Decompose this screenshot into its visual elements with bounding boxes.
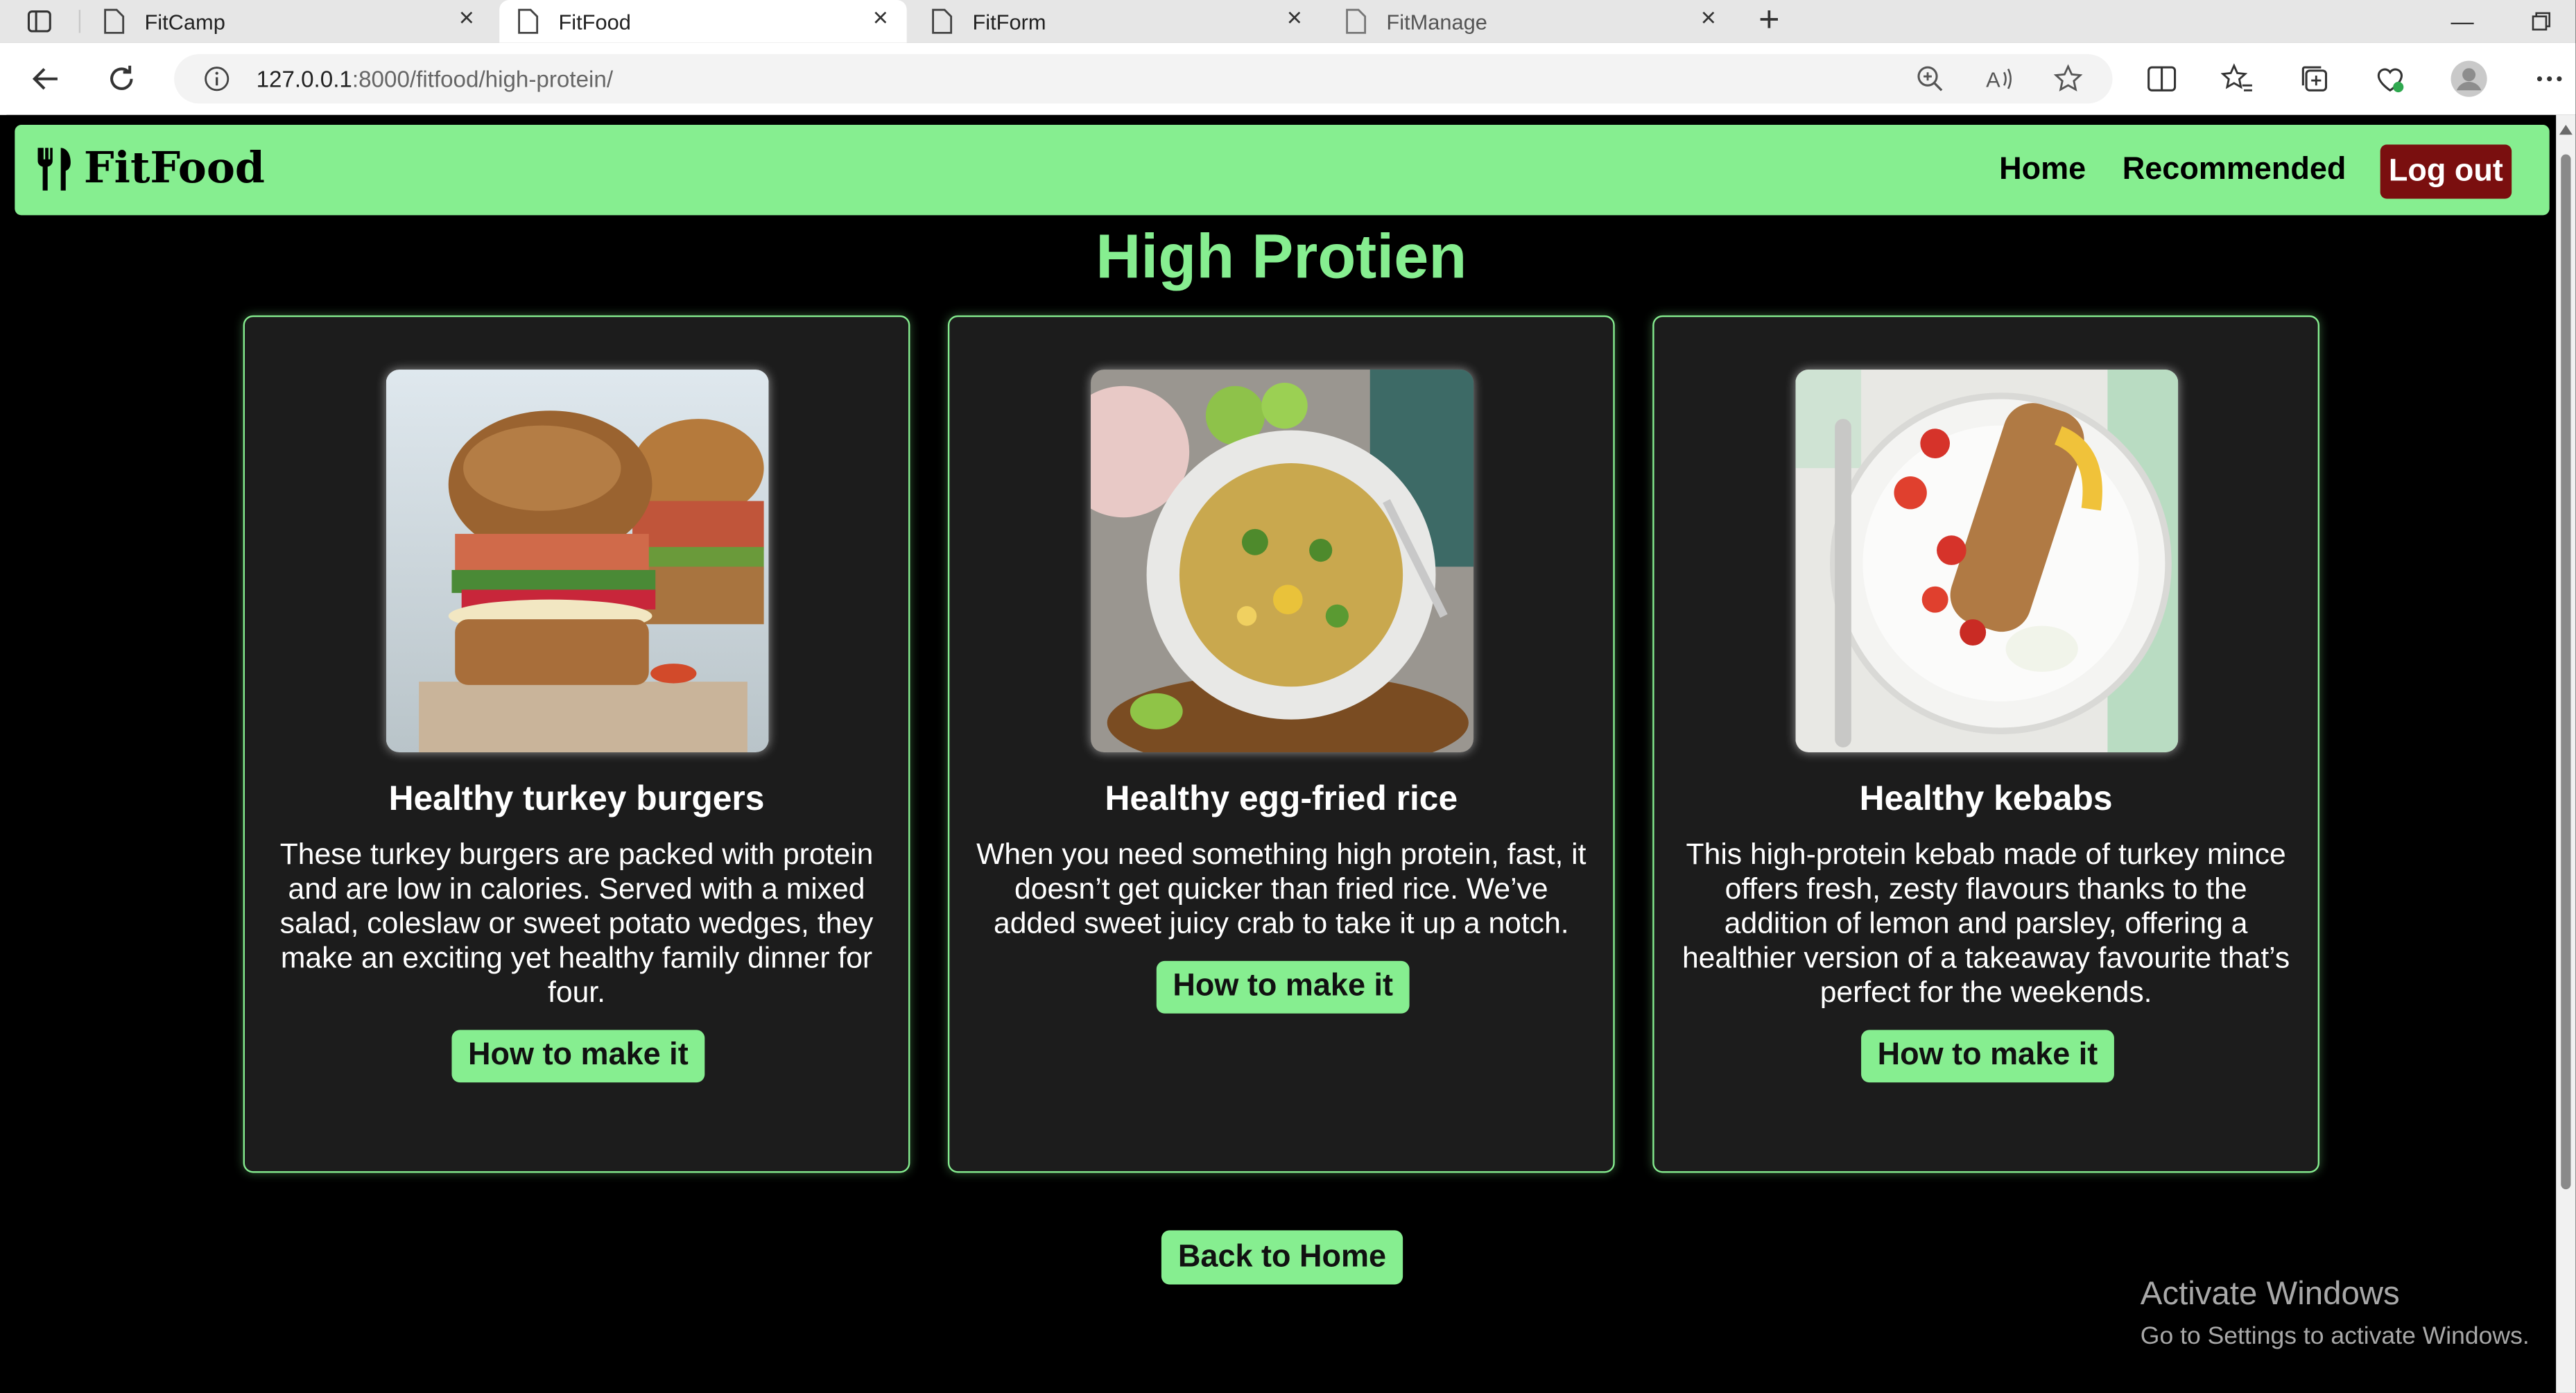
card-description: These turkey burgers are packed with pro… (279, 838, 874, 1009)
activate-windows-watermark: Activate Windows Go to Settings to activ… (2141, 1277, 2530, 1351)
recipe-card-kebabs: Healthy kebabs This high-protein kebab m… (1652, 315, 2320, 1173)
tab-label: FitFood (558, 9, 631, 34)
url-path: :8000/fitfood/high-protein/ (352, 65, 614, 92)
card-description: This high-protein kebab made of turkey m… (1682, 838, 2290, 1009)
reload-icon[interactable] (102, 59, 141, 98)
url-text: 127.0.0.1:8000/fitfood/high-protein/ (257, 66, 613, 92)
read-aloud-icon[interactable]: A (1985, 64, 2014, 94)
tab-label: FitForm (972, 9, 1046, 34)
tab-label: FitCamp (144, 9, 225, 34)
new-tab-icon[interactable]: + (1751, 1, 1787, 40)
tab-fitfood[interactable]: FitFood × (499, 0, 907, 43)
page-viewport: FitFood Home Recommended Log out High Pr… (6, 114, 2557, 1393)
close-icon[interactable]: × (1695, 6, 1722, 33)
close-icon[interactable]: × (453, 6, 480, 33)
close-icon[interactable]: × (1281, 6, 1308, 33)
back-to-home-button[interactable]: Back to Home (1161, 1230, 1403, 1285)
watermark-line-2: Go to Settings to activate Windows. (2140, 1322, 2530, 1351)
favorites-icon[interactable] (2220, 62, 2254, 95)
split-screen-icon[interactable] (2145, 62, 2178, 95)
logout-button[interactable]: Log out (2380, 144, 2512, 199)
minimize-icon[interactable]: — (2425, 0, 2500, 43)
watermark-line-1: Activate Windows (2140, 1276, 2400, 1313)
page-icon (518, 8, 539, 34)
info-icon[interactable] (204, 66, 230, 92)
tab-label: FitManage (1386, 9, 1487, 34)
tab-fitmanage[interactable]: FitManage × (1327, 0, 1735, 43)
more-menu-icon[interactable] (2530, 59, 2569, 98)
how-to-make-button[interactable]: How to make it (451, 1030, 705, 1083)
brand-name: FitFood (83, 144, 266, 194)
turkey-burger-photo (386, 370, 769, 753)
card-title: Healthy kebabs (1859, 780, 2113, 818)
browser-tab-bar: FitCamp × FitFood × FitForm × FitManage … (0, 0, 2576, 43)
page-icon (932, 8, 953, 34)
how-to-make-button[interactable]: How to make it (1156, 960, 1410, 1014)
page-title: High Protien (1096, 223, 1467, 293)
recipe-card-turkey-burgers: Healthy turkey burgers These turkey burg… (243, 315, 910, 1173)
screen: FitCamp × FitFood × FitForm × FitManage … (0, 0, 2576, 1393)
card-title: Healthy egg-fried rice (1105, 780, 1458, 818)
page-icon (1346, 8, 1367, 34)
vertical-scrollbar[interactable] (2556, 114, 2576, 1393)
back-arrow-icon[interactable] (26, 59, 66, 98)
zoom-icon[interactable] (1915, 64, 1945, 94)
scroll-up-arrow-icon[interactable] (2559, 125, 2573, 135)
close-icon[interactable]: × (867, 6, 894, 33)
recipe-card-egg-fried-rice: Healthy egg-fried rice When you need som… (947, 315, 1615, 1173)
card-description: When you need something high protein, fa… (976, 838, 1587, 940)
collections-icon[interactable] (2298, 62, 2331, 95)
profile-avatar-icon[interactable] (2449, 59, 2489, 98)
site-navbar: FitFood Home Recommended Log out (15, 125, 2550, 216)
tab-fitcamp[interactable]: FitCamp × (85, 0, 493, 43)
restore-icon[interactable] (2503, 0, 2576, 43)
sidebar-toggle-icon[interactable] (26, 8, 53, 35)
svg-text:A: A (1986, 68, 2000, 92)
scrollbar-thumb[interactable] (2561, 154, 2571, 1190)
card-title: Healthy turkey burgers (388, 780, 765, 818)
url-host: 127.0.0.1 (256, 65, 352, 92)
tab-fitform[interactable]: FitForm × (913, 0, 1321, 43)
nav-link-recommended[interactable]: Recommended (2123, 153, 2346, 189)
nav-link-home[interactable]: Home (1999, 153, 2086, 189)
favorite-star-icon[interactable] (2053, 64, 2083, 94)
fork-knife-icon (37, 148, 71, 191)
kebab-plate-photo (1795, 370, 2179, 753)
egg-fried-rice-photo (1091, 370, 1473, 753)
brand[interactable]: FitFood (35, 144, 266, 194)
how-to-make-button[interactable]: How to make it (1861, 1030, 2114, 1083)
address-bar[interactable]: 127.0.0.1:8000/fitfood/high-protein/ A (174, 54, 2113, 104)
tab-separator (78, 10, 81, 33)
page-icon (104, 8, 125, 34)
browser-essentials-icon[interactable] (2374, 62, 2406, 95)
browser-toolbar: 127.0.0.1:8000/fitfood/high-protein/ A (0, 42, 2576, 115)
